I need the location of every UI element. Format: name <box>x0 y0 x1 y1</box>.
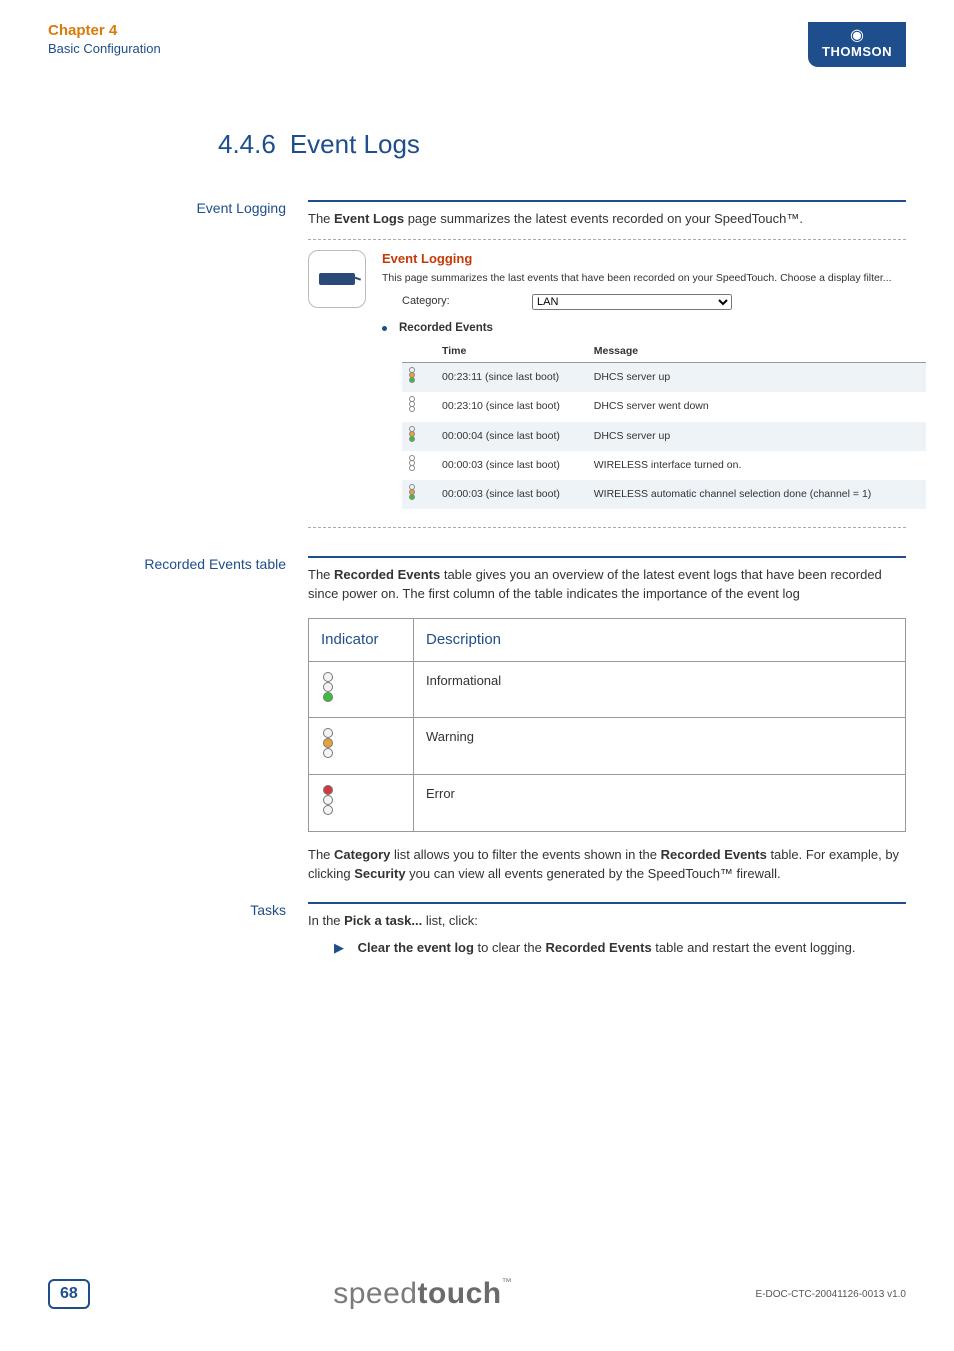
recorded-intro: The Recorded Events table gives you an o… <box>308 567 882 601</box>
page-footer: 68 speedtouch™ E-DOC-CTC-20041126-0013 v… <box>48 1277 906 1311</box>
traffic-icon <box>408 484 416 500</box>
section-heading: 4.4.6 Event Logs <box>218 129 906 160</box>
category-select[interactable]: LAN <box>532 294 732 310</box>
chapter-title: Chapter 4 <box>48 22 161 39</box>
indicator-table: Indicator Description Informational Warn… <box>308 618 906 832</box>
globe-icon: ◉ <box>822 28 892 44</box>
traffic-info-icon <box>321 672 335 702</box>
speedtouch-logo: speedtouch™ <box>333 1277 512 1311</box>
recorded-after-text: The Category list allows you to filter t… <box>308 846 906 884</box>
side-label-recorded-events: Recorded Events table <box>48 556 308 572</box>
col-indicator: Indicator <box>309 618 414 661</box>
section-title: Event Logs <box>290 129 420 159</box>
arrow-right-icon: ▶ <box>334 940 344 955</box>
traffic-icon <box>408 396 416 412</box>
section-number: 4.4.6 <box>218 129 276 159</box>
table-row: 00:23:10 (since last boot) DHCS server w… <box>402 392 926 421</box>
traffic-icon <box>408 426 416 442</box>
category-label: Category: <box>402 294 532 310</box>
bullet-icon <box>382 326 387 331</box>
shot-description: This page summarizes the last events tha… <box>382 271 906 286</box>
tasks-intro: In the Pick a task... list, click: <box>308 913 478 928</box>
page-header: Chapter 4 Basic Configuration ◉ THOMSON <box>48 22 906 67</box>
side-label-tasks: Tasks <box>48 902 308 918</box>
table-row: 00:23:11 (since last boot) DHCS server u… <box>402 363 926 393</box>
col-time: Time <box>436 341 588 363</box>
device-thumbnail <box>308 250 366 308</box>
traffic-icon <box>408 455 416 471</box>
document-id: E-DOC-CTC-20041126-0013 v1.0 <box>756 1289 906 1300</box>
table-row: 00:00:03 (since last boot) WIRELESS auto… <box>402 480 926 509</box>
shot-title: Event Logging <box>382 250 906 269</box>
chapter-subtitle: Basic Configuration <box>48 41 161 56</box>
thomson-name: THOMSON <box>822 44 892 59</box>
recorded-events-table: Time Message 00:23:11 (since last boot) … <box>402 341 926 509</box>
table-row: Error <box>309 775 906 832</box>
task-item: ▶ Clear the event log to clear the Recor… <box>308 939 906 958</box>
col-message: Message <box>588 341 926 363</box>
traffic-icon <box>408 367 416 383</box>
table-row: Informational <box>309 661 906 718</box>
table-row: Warning <box>309 718 906 775</box>
col-description: Description <box>414 618 906 661</box>
thomson-logo: ◉ THOMSON <box>808 22 906 67</box>
event-logging-intro: The Event Logs page summarizes the lates… <box>308 211 803 226</box>
table-row: 00:00:04 (since last boot) DHCS server u… <box>402 422 926 451</box>
recorded-events-heading: Recorded Events <box>399 322 493 334</box>
side-label-event-logging: Event Logging <box>48 200 308 216</box>
traffic-error-icon <box>321 785 335 815</box>
traffic-warn-icon <box>321 728 335 758</box>
event-logging-screenshot: Event Logging This page summarizes the l… <box>308 250 906 509</box>
page-number: 68 <box>48 1279 90 1309</box>
table-row: 00:00:03 (since last boot) WIRELESS inte… <box>402 451 926 480</box>
